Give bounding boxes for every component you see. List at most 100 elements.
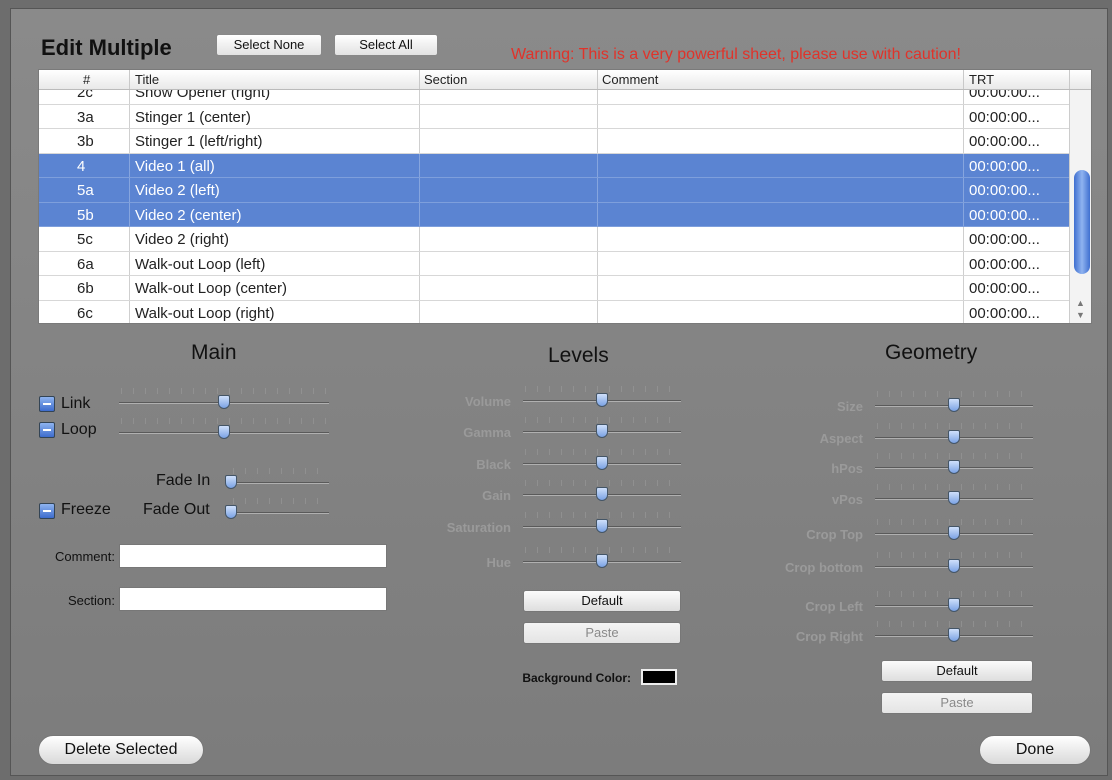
levels-slider[interactable]	[523, 417, 681, 440]
col-header-num[interactable]: #	[83, 72, 90, 87]
levels-slider[interactable]	[523, 449, 681, 472]
table-row[interactable]: 3b Stinger 1 (left/right) 00:00:00...	[39, 129, 1069, 154]
geometry-slider[interactable]	[875, 591, 1033, 614]
table-row[interactable]: 4 Video 1 (all) 00:00:00...	[39, 153, 1069, 178]
row-divider	[419, 251, 420, 275]
row-divider	[963, 276, 964, 300]
loop-checkbox[interactable]	[39, 422, 55, 438]
slider-knob[interactable]	[948, 526, 960, 540]
row-divider	[597, 300, 598, 323]
fade-in-slider[interactable]	[225, 468, 329, 491]
select-all-button[interactable]: Select All	[334, 34, 438, 56]
col-divider	[963, 70, 964, 89]
geometry-default-button[interactable]: Default	[881, 660, 1033, 682]
slider-ticks	[877, 621, 1031, 627]
warning-text: Warning: This is a very powerful sheet, …	[511, 46, 961, 63]
cue-table[interactable]: # Title Section Comment TRT 2c Show Opene…	[38, 69, 1092, 324]
col-header-trt[interactable]: TRT	[969, 72, 994, 87]
fade-out-slider[interactable]	[225, 498, 329, 521]
table-row[interactable]: 6a Walk-out Loop (left) 00:00:00...	[39, 251, 1069, 276]
levels-slider[interactable]	[523, 386, 681, 409]
levels-slider[interactable]	[523, 480, 681, 503]
slider-knob[interactable]	[948, 598, 960, 612]
slider-knob[interactable]	[948, 628, 960, 642]
geometry-slider[interactable]	[875, 391, 1033, 414]
geometry-slider[interactable]	[875, 519, 1033, 542]
geometry-label: vPos	[831, 492, 863, 507]
slider-knob[interactable]	[948, 491, 960, 505]
geometry-paste-button[interactable]: Paste	[881, 692, 1033, 714]
col-header-title[interactable]: Title	[135, 72, 159, 87]
main-heading: Main	[191, 341, 237, 364]
row-divider	[597, 227, 598, 251]
select-none-button[interactable]: Select None	[216, 34, 322, 56]
scroll-up-arrow-icon[interactable]: ▲	[1076, 298, 1085, 308]
slider-knob[interactable]	[218, 395, 230, 409]
scroll-thumb[interactable]	[1074, 170, 1090, 274]
slider-knob[interactable]	[225, 505, 237, 519]
geometry-slider[interactable]	[875, 621, 1033, 644]
table-row[interactable]: 3a Stinger 1 (center) 00:00:00...	[39, 104, 1069, 129]
slider-knob[interactable]	[948, 559, 960, 573]
row-divider	[963, 202, 964, 226]
row-divider	[597, 90, 598, 104]
levels-label: Black	[476, 457, 511, 472]
slider-knob[interactable]	[596, 519, 608, 533]
slider-knob[interactable]	[596, 393, 608, 407]
geometry-label: Crop Top	[806, 527, 863, 542]
table-row[interactable]: 5b Video 2 (center) 00:00:00...	[39, 202, 1069, 227]
background-color-swatch[interactable]	[641, 669, 677, 685]
geometry-label: Crop Right	[795, 629, 863, 644]
row-divider	[129, 300, 130, 323]
table-row[interactable]: 5a Video 2 (left) 00:00:00...	[39, 178, 1069, 203]
table-scrollbar[interactable]: ▲ ▼	[1069, 90, 1091, 323]
slider-knob[interactable]	[948, 430, 960, 444]
levels-slider[interactable]	[523, 512, 681, 535]
section-label: Section:	[68, 593, 115, 608]
row-divider	[597, 104, 598, 128]
col-header-comment[interactable]: Comment	[602, 72, 658, 87]
geometry-slider[interactable]	[875, 484, 1033, 507]
levels-paste-button[interactable]: Paste	[523, 622, 681, 644]
table-row[interactable]: 5c Video 2 (right) 00:00:00...	[39, 227, 1069, 252]
geometry-label: Crop bottom	[785, 560, 863, 575]
freeze-checkbox[interactable]	[39, 503, 55, 519]
link-slider[interactable]	[119, 388, 329, 411]
row-trt: 00:00:00...	[969, 255, 1040, 273]
comment-field[interactable]	[119, 544, 387, 568]
slider-knob[interactable]	[596, 554, 608, 568]
row-title: Video 2 (left)	[135, 182, 220, 199]
slider-ticks	[233, 468, 327, 474]
levels-slider[interactable]	[523, 547, 681, 570]
table-row[interactable]: 6b Walk-out Loop (center) 00:00:00...	[39, 276, 1069, 301]
background-color-label: Background Color:	[522, 671, 631, 685]
row-trt: 00:00:00...	[969, 280, 1040, 297]
scroll-down-arrow-icon[interactable]: ▼	[1076, 310, 1085, 320]
col-header-section[interactable]: Section	[424, 72, 467, 87]
table-row[interactable]: 2c Show Opener (right) 00:00:00...	[39, 90, 1069, 105]
col-divider	[1069, 70, 1070, 89]
fade-in-label: Fade In	[156, 472, 211, 489]
slider-knob[interactable]	[948, 398, 960, 412]
link-checkbox[interactable]	[39, 396, 55, 412]
geometry-slider[interactable]	[875, 423, 1033, 446]
slider-knob[interactable]	[948, 460, 960, 474]
row-title: Stinger 1 (left/right)	[135, 133, 263, 150]
slider-knob[interactable]	[225, 475, 237, 489]
section-field[interactable]	[119, 587, 387, 611]
slider-knob[interactable]	[596, 424, 608, 438]
slider-knob[interactable]	[596, 456, 608, 470]
done-button[interactable]: Done	[979, 735, 1091, 765]
row-trt: 00:00:00...	[969, 206, 1040, 224]
table-row[interactable]: 6c Walk-out Loop (right) 00:00:00...	[39, 300, 1069, 323]
delete-selected-button[interactable]: Delete Selected	[38, 735, 204, 765]
row-number: 4	[77, 157, 86, 175]
loop-slider[interactable]	[119, 418, 329, 441]
geometry-slider[interactable]	[875, 552, 1033, 575]
slider-knob[interactable]	[596, 487, 608, 501]
slider-ticks	[877, 591, 1031, 597]
geometry-slider[interactable]	[875, 453, 1033, 476]
levels-default-button[interactable]: Default	[523, 590, 681, 612]
levels-label: Gain	[482, 488, 511, 503]
slider-knob[interactable]	[218, 425, 230, 439]
